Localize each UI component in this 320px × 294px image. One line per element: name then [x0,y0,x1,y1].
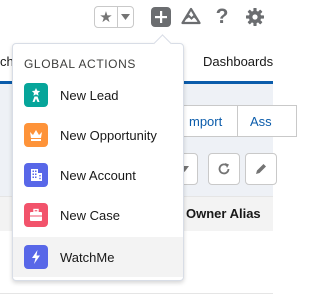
refresh-icon [218,163,230,175]
global-header: ★ ? [0,0,273,38]
lead-icon [24,83,48,107]
menu-item-new-opportunity[interactable]: New Opportunity [13,115,183,155]
column-header-owner-alias[interactable]: Owner Alias [186,206,261,221]
menu-item-new-lead[interactable]: New Lead [13,75,183,115]
menu-item-watchme[interactable]: WatchMe [13,237,183,277]
assign-button[interactable]: Ass [237,105,297,137]
favorites-star-button[interactable]: ★ [95,7,118,27]
menu-item-label: New Account [60,167,136,183]
building-icon [24,163,48,187]
crown-icon [24,123,48,147]
plus-icon [155,11,167,23]
menu-item-new-case[interactable]: New Case [13,195,183,235]
nav-item-dashboards[interactable]: Dashboards [203,54,273,69]
edit-button[interactable] [245,153,277,185]
favorites-button-group: ★ [94,6,134,28]
assign-button-label: Ass [250,113,272,129]
refresh-button[interactable] [208,153,240,185]
lightning-icon [24,245,48,269]
gear-icon[interactable] [245,7,265,27]
global-actions-button[interactable] [151,7,171,27]
briefcase-icon [24,203,48,227]
menu-item-label: New Lead [60,87,119,103]
menu-item-new-account[interactable]: New Account [13,155,183,195]
trailhead-icon[interactable] [181,7,201,27]
chevron-down-icon [121,14,130,20]
help-icon[interactable]: ? [214,6,230,27]
star-icon: ★ [99,8,113,26]
menu-title: GLOBAL ACTIONS [24,57,136,71]
menu-item-label: New Case [60,207,120,223]
import-button[interactable]: mport [176,105,238,137]
menu-item-label: New Opportunity [60,127,157,143]
favorites-menu-button[interactable] [118,7,133,27]
pencil-icon [256,164,266,174]
import-button-label: mport [189,113,223,129]
global-actions-menu: GLOBAL ACTIONS New Lead New Opportunity [12,34,184,281]
menu-item-label: WatchMe [60,249,115,265]
